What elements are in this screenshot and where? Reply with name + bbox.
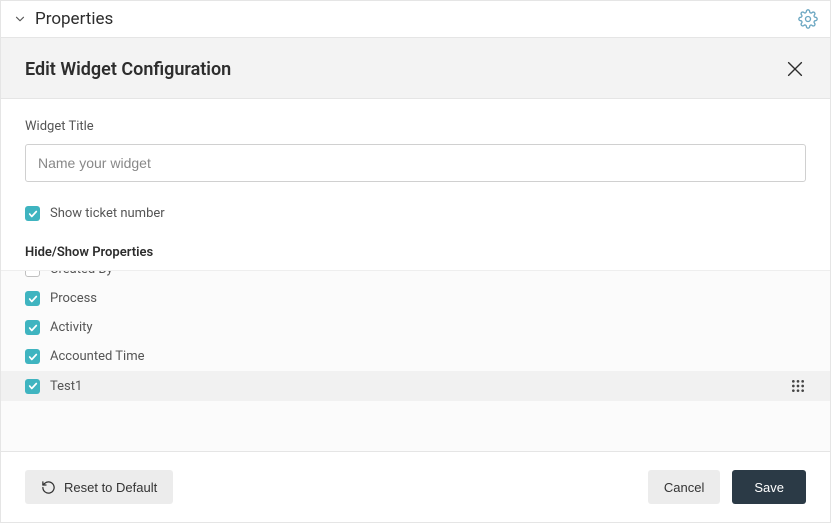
widget-title-input[interactable] <box>25 144 806 182</box>
property-label: Test1 <box>50 379 780 394</box>
widget-title-section: Widget Title Show ticket number <box>1 99 830 239</box>
close-icon[interactable] <box>784 58 806 80</box>
cancel-label: Cancel <box>664 480 704 495</box>
modal-footer: Reset to Default Cancel Save <box>1 451 830 522</box>
drag-handle-icon[interactable] <box>790 378 806 394</box>
modal-header: Edit Widget Configuration <box>1 38 830 99</box>
property-checkbox[interactable] <box>25 379 40 394</box>
show-ticket-label: Show ticket number <box>50 206 165 221</box>
property-checkbox[interactable] <box>25 349 40 364</box>
cancel-button[interactable]: Cancel <box>648 470 720 504</box>
widget-title-label: Widget Title <box>25 119 806 134</box>
undo-icon <box>41 480 56 495</box>
property-label: Activity <box>50 320 806 335</box>
property-checkbox[interactable] <box>25 320 40 335</box>
property-row: Accounted Time <box>1 342 830 371</box>
property-row: Activity <box>1 313 830 342</box>
gear-icon[interactable] <box>798 9 818 29</box>
save-button[interactable]: Save <box>732 470 806 504</box>
reset-label: Reset to Default <box>64 480 157 495</box>
property-row: Process <box>1 284 830 313</box>
property-label: Process <box>50 291 806 306</box>
reset-to-default-button[interactable]: Reset to Default <box>25 470 173 504</box>
show-ticket-row: Show ticket number <box>25 200 806 227</box>
modal-body: Widget Title Show ticket number Hide/Sho… <box>1 99 830 451</box>
save-label: Save <box>754 480 784 495</box>
panel-title: Properties <box>35 9 798 29</box>
property-row: Created By <box>1 270 830 284</box>
show-ticket-checkbox[interactable] <box>25 206 40 221</box>
modal-title: Edit Widget Configuration <box>25 59 784 80</box>
hide-show-label: Hide/Show Properties <box>1 239 830 270</box>
property-checkbox[interactable] <box>25 291 40 306</box>
properties-panel: Properties Edit Widget Configuration Wid… <box>0 0 831 523</box>
property-label: Accounted Time <box>50 349 806 364</box>
property-label: Created By <box>50 270 806 277</box>
panel-header: Properties <box>1 1 830 38</box>
chevron-down-icon[interactable] <box>13 12 27 26</box>
property-row: Test1 <box>1 371 830 401</box>
properties-list: Created By Process Activity Accounted Ti… <box>1 270 830 451</box>
property-checkbox[interactable] <box>25 270 40 277</box>
